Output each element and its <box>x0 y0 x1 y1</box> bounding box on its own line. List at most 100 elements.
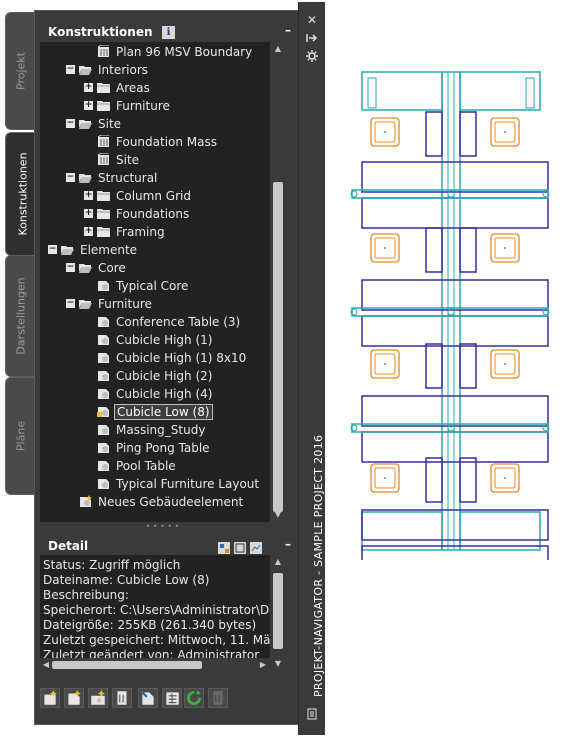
plan-partition <box>459 457 477 503</box>
palette-titlebar[interactable]: ✕ PROJEKT-NAVIGATOR - SAMPLE PROJECT 201… <box>298 2 325 735</box>
expand-icon[interactable]: + <box>84 227 93 236</box>
detail-scroll-up-icon[interactable]: ▲ <box>273 557 283 567</box>
open-button[interactable] <box>138 688 158 708</box>
tree-item[interactable]: − Interiors <box>40 61 270 79</box>
tree-item[interactable]: Typical Furniture Layout <box>40 475 270 493</box>
collapse-icon[interactable]: − <box>66 263 75 272</box>
add-construct-button[interactable] <box>40 688 60 708</box>
tree-item[interactable]: + Areas <box>40 79 270 97</box>
detail-scroll-thumb[interactable] <box>273 573 283 649</box>
tree-item[interactable]: − Elemente <box>40 241 270 259</box>
panel-splitter[interactable]: • • • • • <box>40 523 285 532</box>
floor-plan-drawing <box>350 71 550 560</box>
tree-item[interactable]: Ping Pong Table <box>40 439 270 457</box>
element-icon <box>96 351 111 364</box>
tree-item[interactable]: − Core <box>40 259 270 277</box>
tree-item-label: Areas <box>116 81 150 95</box>
scroll-down-icon[interactable]: ▼ <box>273 510 283 520</box>
tab-darstellungen[interactable]: Darstellungen <box>5 255 35 377</box>
tree-item-label: Site <box>116 153 140 167</box>
detail-vertical-scrollbar[interactable]: ▲ ▼ <box>271 555 285 672</box>
element-icon <box>96 423 111 436</box>
expand-icon[interactable]: + <box>84 83 93 92</box>
element-icon <box>96 315 111 328</box>
add-element-button[interactable] <box>64 688 84 708</box>
properties-button[interactable] <box>162 688 182 708</box>
project-navigator-palette: Projekt Konstruktionen Darstellungen Plä… <box>0 0 325 735</box>
tab-label-projekt: Projekt <box>14 52 27 90</box>
tree-item[interactable]: Cubicle High (1) <box>40 331 270 349</box>
plan-chair-center <box>504 363 506 365</box>
close-file-button[interactable] <box>208 688 228 708</box>
tree-item[interactable]: Massing_Study <box>40 421 270 439</box>
tree-item-label: Massing_Study <box>116 423 206 437</box>
tree-item-label: Foundation Mass <box>116 135 218 149</box>
tree-item[interactable]: − Structural <box>40 169 270 187</box>
properties-gear-icon[interactable] <box>304 50 320 66</box>
tree-item[interactable]: Cubicle High (2) <box>40 367 270 385</box>
plan-chair-center <box>504 247 506 249</box>
tree-item[interactable]: Foundation Mass <box>40 133 270 151</box>
list-view-icon[interactable] <box>234 539 246 554</box>
detail-hscroll-thumb[interactable] <box>52 661 202 669</box>
tree-item[interactable]: Conference Table (3) <box>40 313 270 331</box>
collapse-icon[interactable]: − <box>66 173 75 182</box>
info-icon[interactable]: i <box>162 26 175 39</box>
tree-item-label: Structural <box>98 171 158 185</box>
tree-item-label: Conference Table (3) <box>116 315 241 329</box>
plan-desk-module <box>361 315 549 347</box>
tree-item[interactable]: Cubicle High (1) 8x10 <box>40 349 270 367</box>
tree-item[interactable]: Pool Table <box>40 457 270 475</box>
bottom-toolbar <box>38 686 238 710</box>
collapse-icon[interactable]: − <box>66 119 75 128</box>
detail-horizontal-scrollbar[interactable]: ◀ ▶ <box>40 658 270 672</box>
construct-icon <box>96 44 111 58</box>
palette-menu-icon[interactable] <box>304 708 320 724</box>
collapse-constructs-button[interactable]: – <box>285 23 291 37</box>
expand-icon[interactable]: + <box>84 101 93 110</box>
plan-chair-center <box>384 477 386 479</box>
tree-item[interactable]: + Framing <box>40 223 270 241</box>
expand-icon[interactable]: + <box>84 191 93 200</box>
tree-item[interactable]: Plan 96 MSV Boundary <box>40 43 270 61</box>
collapse-icon[interactable]: − <box>66 299 75 308</box>
detail-scroll-down-icon[interactable]: ▼ <box>273 659 283 669</box>
tree-item-label: Plan 96 MSV Boundary <box>116 45 253 59</box>
tree-item[interactable]: − Furniture <box>40 295 270 313</box>
detail-line: Beschreibung: <box>43 588 129 602</box>
tree-item[interactable]: Neues Gebäudeelement <box>40 493 270 511</box>
plan-partition <box>425 227 443 273</box>
tree-item[interactable]: Cubicle High (4) <box>40 385 270 403</box>
tree-vertical-scrollbar[interactable]: ▲ ▼ <box>271 42 285 522</box>
detail-view-icon[interactable] <box>218 539 230 554</box>
element-icon <box>96 333 111 346</box>
tree-item[interactable]: − Site <box>40 115 270 133</box>
tree-item[interactable]: Cubicle Low (8) <box>40 403 270 421</box>
add-category-button[interactable] <box>88 688 108 708</box>
tree-scroll-thumb[interactable] <box>273 182 283 512</box>
scroll-up-icon[interactable]: ▲ <box>273 44 283 54</box>
tab-plaene[interactable]: Pläne <box>5 377 35 495</box>
tree-item[interactable]: + Foundations <box>40 205 270 223</box>
tree-item[interactable]: Site <box>40 151 270 169</box>
auto-hide-icon[interactable] <box>304 32 320 48</box>
expand-icon[interactable]: + <box>84 209 93 218</box>
collapse-icon[interactable]: − <box>66 65 75 74</box>
constructs-tree[interactable]: Plan 96 MSV Boundary − Interiors + Areas + Fur… <box>40 42 270 522</box>
tree-item-label: Elemente <box>80 243 138 257</box>
plan-chair-center <box>384 131 386 133</box>
detail-line: Status: Zugriff möglich <box>43 558 181 572</box>
scroll-right-icon[interactable]: ▶ <box>258 660 268 670</box>
scroll-left-icon[interactable]: ◀ <box>41 660 51 670</box>
refresh-button[interactable] <box>184 688 204 708</box>
tab-projekt[interactable]: Projekt <box>5 12 35 130</box>
close-icon[interactable]: ✕ <box>304 12 320 28</box>
tree-item[interactable]: Typical Core <box>40 277 270 295</box>
tree-item[interactable]: + Furniture <box>40 97 270 115</box>
tree-item[interactable]: + Column Grid <box>40 187 270 205</box>
collapse-icon[interactable]: − <box>48 245 57 254</box>
copy-button[interactable] <box>112 688 132 708</box>
collapse-detail-button[interactable]: – <box>285 537 291 551</box>
folder-closed-icon <box>96 99 111 112</box>
preview-icon[interactable] <box>250 539 262 554</box>
